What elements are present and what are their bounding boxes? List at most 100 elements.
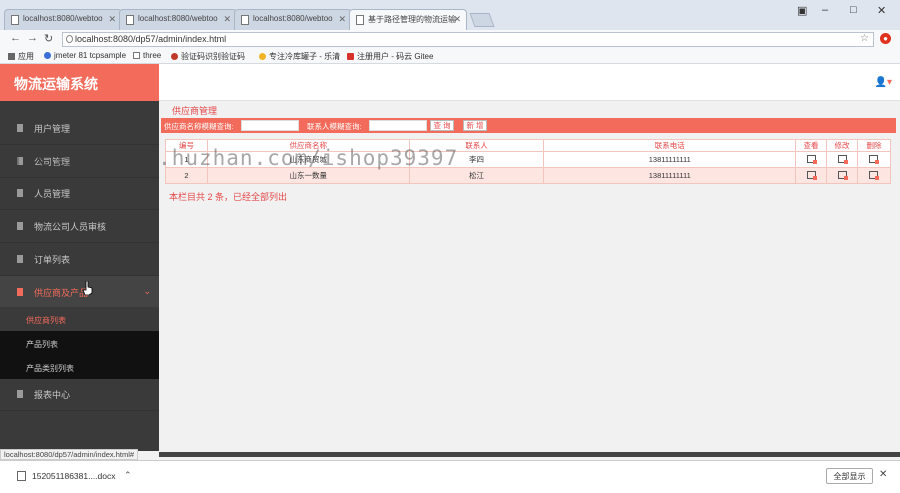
browser-tab-active[interactable]: 基于路径管理的物流运输 ✕ bbox=[349, 9, 467, 30]
search-bar: 供应商名称模糊查询: 联系人模糊查询: 查 询 新 增 bbox=[161, 118, 896, 133]
edit-icon[interactable] bbox=[837, 154, 848, 164]
close-icon[interactable]: ✕ bbox=[453, 14, 461, 25]
url-text: localhost:8080/dp57/admin/index.html bbox=[75, 34, 227, 44]
view-cell bbox=[795, 167, 828, 184]
site-icon bbox=[171, 53, 178, 60]
contact-input[interactable] bbox=[369, 120, 427, 131]
tab-title: localhost:8080/webtoo bbox=[253, 14, 333, 23]
file-icon bbox=[17, 189, 23, 197]
cell-phone: 13811111111 bbox=[543, 167, 797, 184]
browser-tab[interactable]: localhost:8080/webtoo ✕ bbox=[4, 9, 122, 30]
chevron-down-icon: ⌄ bbox=[143, 286, 151, 296]
close-icon[interactable]: ✕ bbox=[108, 14, 116, 25]
submenu-product-list[interactable]: 产品列表 bbox=[0, 331, 159, 355]
apps-icon bbox=[8, 53, 15, 60]
add-button[interactable]: 新 增 bbox=[463, 120, 487, 131]
delete-icon[interactable] bbox=[869, 170, 880, 180]
delete-cell bbox=[856, 167, 892, 184]
file-icon bbox=[17, 222, 23, 230]
gitee-icon bbox=[347, 53, 354, 60]
sidebar-item-staff-review[interactable]: 物流公司人员审核 bbox=[0, 210, 159, 243]
view-cell bbox=[795, 151, 828, 168]
submenu-product-category-list[interactable]: 产品类别列表 bbox=[0, 355, 159, 379]
query-button[interactable]: 查 询 bbox=[430, 120, 454, 131]
new-tab-button[interactable] bbox=[469, 13, 495, 27]
delete-icon[interactable] bbox=[869, 154, 880, 164]
profile-icon[interactable]: ▣ bbox=[797, 4, 807, 17]
file-icon bbox=[17, 124, 23, 132]
file-icon bbox=[17, 255, 23, 263]
user-menu-icon[interactable]: 👤▾ bbox=[875, 77, 892, 88]
delete-cell bbox=[856, 151, 892, 168]
view-icon[interactable] bbox=[806, 170, 817, 180]
column-header: 修改 bbox=[826, 139, 858, 152]
sidebar-item-suppliers[interactable]: 供应商及产品 ⌄ bbox=[0, 276, 159, 309]
browser-tab[interactable]: localhost:8080/webtoo ✕ bbox=[119, 9, 237, 30]
record-count-note: 本栏目共 2 条，已经全部列出 bbox=[169, 192, 288, 202]
shield-icon bbox=[44, 52, 51, 59]
sidebar-item-users[interactable]: 用户管理 bbox=[0, 112, 159, 145]
edit-icon[interactable] bbox=[837, 170, 848, 180]
page-icon bbox=[133, 52, 140, 59]
browser-tab-bar: localhost:8080/webtoo ✕ localhost:8080/we… bbox=[0, 0, 900, 30]
column-header: 查看 bbox=[795, 139, 828, 152]
brand-title: 物流运输系统 bbox=[0, 64, 159, 101]
chevron-up-icon[interactable]: ⌃ bbox=[124, 470, 132, 481]
file-icon bbox=[17, 288, 23, 296]
app: 物流运输系统 用户管理 公司管理 人员管理 物流公司人员审核 订单列表 供应商及… bbox=[0, 64, 900, 451]
sidebar-item-reports[interactable]: 报表中心 bbox=[0, 378, 159, 411]
bookmark-item[interactable]: 注册用户 - 码云 Gitee bbox=[347, 51, 433, 62]
submenu-supplier-list[interactable]: 供应商列表 bbox=[0, 307, 159, 331]
tab-title: 基于路径管理的物流运输 bbox=[368, 15, 456, 24]
hand-cursor-icon bbox=[83, 281, 93, 295]
sidebar-item-staff[interactable]: 人员管理 bbox=[0, 177, 159, 210]
scrollbar-track[interactable] bbox=[159, 452, 900, 457]
maximize-icon[interactable]: □ bbox=[850, 4, 857, 16]
show-all-button[interactable]: 全部显示 bbox=[826, 468, 873, 484]
bookmark-item[interactable]: three bbox=[133, 51, 161, 60]
download-bar: 152051186381....docx ⌃ 全部显示 ✕ bbox=[0, 460, 900, 493]
page-title: 供应商管理 bbox=[172, 106, 218, 116]
view-icon[interactable] bbox=[806, 154, 817, 164]
watermark-text: https://www.huzhan.com/ishop39397 bbox=[8, 146, 459, 170]
browser-tab[interactable]: localhost:8080/webtoo ✕ bbox=[234, 9, 352, 30]
supplier-name-label: 供应商名称模糊查询: bbox=[164, 122, 234, 131]
page-icon bbox=[126, 15, 134, 25]
address-bar-row: ← → ↻ localhost:8080/dp57/admin/index.ht… bbox=[0, 30, 900, 48]
close-icon[interactable]: ✕ bbox=[879, 469, 887, 480]
bookmark-item[interactable]: 专注冷库罐子 - 乐清 bbox=[259, 51, 340, 62]
sidebar-item-orders[interactable]: 订单列表 bbox=[0, 243, 159, 276]
status-url: localhost:8080/dp57/admin/index.html# bbox=[0, 449, 139, 460]
bookmark-item[interactable]: jmeter 81 tcpsample bbox=[44, 51, 126, 60]
column-header: 联系电话 bbox=[543, 139, 797, 152]
edit-cell bbox=[826, 151, 858, 168]
download-item[interactable]: 152051186381....docx bbox=[17, 471, 116, 481]
forward-icon[interactable]: → bbox=[27, 32, 38, 44]
bookmark-star-icon[interactable]: ☆ bbox=[860, 33, 869, 44]
document-icon bbox=[17, 471, 26, 481]
window-close-icon[interactable]: ✕ bbox=[877, 4, 886, 17]
cell-phone: 13811111111 bbox=[543, 151, 797, 168]
bookmark-item[interactable]: 验证码识别验证码 bbox=[171, 51, 245, 62]
reload-icon[interactable]: ↻ bbox=[44, 32, 53, 45]
contact-label: 联系人模糊查询: bbox=[307, 122, 362, 131]
page-icon bbox=[11, 15, 19, 25]
tab-title: localhost:8080/webtoo bbox=[23, 14, 103, 23]
close-icon[interactable]: ✕ bbox=[223, 14, 231, 25]
close-icon[interactable]: ✕ bbox=[338, 14, 346, 25]
extension-icon[interactable]: ● bbox=[880, 33, 891, 44]
column-header: 删除 bbox=[856, 139, 892, 152]
back-icon[interactable]: ← bbox=[10, 32, 21, 44]
info-icon[interactable] bbox=[66, 35, 73, 43]
file-icon bbox=[17, 390, 23, 398]
page-icon bbox=[356, 15, 364, 25]
url-field[interactable]: localhost:8080/dp57/admin/index.html ☆ bbox=[62, 32, 874, 47]
download-filename: 152051186381....docx bbox=[32, 471, 116, 481]
edit-cell bbox=[826, 167, 858, 184]
page-icon bbox=[241, 15, 249, 25]
bookmark-apps[interactable]: 应用 bbox=[8, 51, 34, 62]
supplier-name-input[interactable] bbox=[241, 120, 299, 131]
bookmarks-bar: 应用 jmeter 81 tcpsample three 验证码识别验证码 专注… bbox=[0, 48, 900, 64]
minimize-icon[interactable]: – bbox=[822, 4, 828, 16]
sidebar: 物流运输系统 用户管理 公司管理 人员管理 物流公司人员审核 订单列表 供应商及… bbox=[0, 64, 159, 451]
